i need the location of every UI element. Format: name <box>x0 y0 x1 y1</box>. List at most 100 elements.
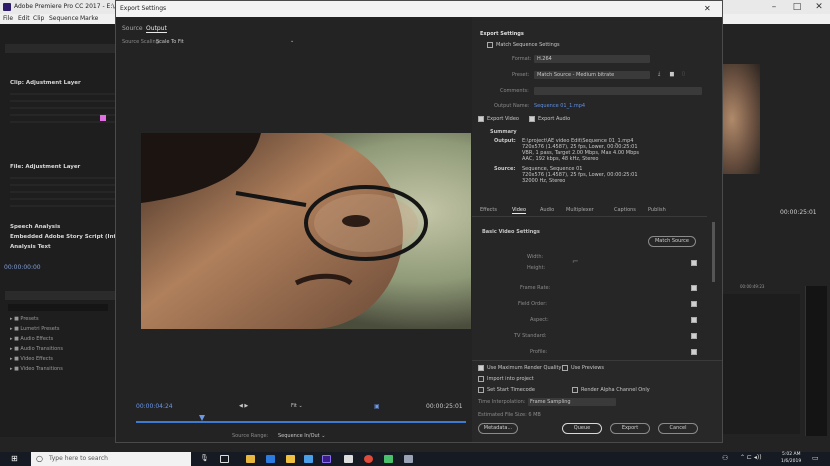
tab-audio[interactable]: Audio <box>540 207 554 213</box>
time-interp-value: Frame Sampling <box>530 399 571 405</box>
clock-time[interactable]: 5:02 AM <box>782 452 801 457</box>
use-previews-checkbox[interactable] <box>562 365 568 371</box>
file-explorer-icon[interactable] <box>246 455 255 463</box>
system-tray-icons[interactable]: ⌃ ⊏ ◂)) <box>740 454 762 461</box>
tv-standard-checkbox[interactable] <box>691 333 697 339</box>
summary-source-label: Source: <box>494 166 516 172</box>
export-audio-checkbox[interactable] <box>529 116 535 122</box>
format-dropdown[interactable]: H.264 <box>534 55 650 63</box>
people-icon[interactable]: ⚇ <box>722 454 728 462</box>
clock-date[interactable]: 1/6/2019 <box>781 459 801 464</box>
field-order-checkbox[interactable] <box>691 301 697 307</box>
tab-effects[interactable]: Effects <box>480 207 497 213</box>
effects-item-video-transitions[interactable]: ▸ ■ Video Transitions <box>10 366 63 372</box>
task-view-icon[interactable] <box>220 455 229 463</box>
settings-scrollbar[interactable] <box>712 222 715 282</box>
menu-marker[interactable]: Marke <box>80 14 98 24</box>
microphone-icon[interactable]: 🎙 <box>200 454 209 462</box>
aspect-checkbox[interactable] <box>691 317 697 323</box>
tab-multiplexer[interactable]: Multiplexer <box>566 207 594 213</box>
profile-checkbox[interactable] <box>691 349 697 355</box>
dialog-close-icon[interactable]: ✕ <box>704 1 711 17</box>
width-label: Width: <box>527 254 544 260</box>
cancel-button[interactable]: Cancel <box>658 423 698 434</box>
search-placeholder: Type here to search <box>49 455 108 462</box>
close-icon[interactable]: ✕ <box>808 0 830 14</box>
match-sequence-checkbox[interactable] <box>487 42 493 48</box>
frame-rate-label: Frame Rate: <box>520 285 551 291</box>
queue-button[interactable]: Queue <box>562 423 602 434</box>
comments-input[interactable] <box>534 87 702 95</box>
taskbar-app-icon-2[interactable] <box>304 455 313 463</box>
menu-sequence[interactable]: Sequence <box>49 14 79 24</box>
basic-video-heading[interactable]: Basic Video Settings <box>482 229 540 235</box>
label-color-swatch[interactable] <box>100 115 106 121</box>
import-preset-icon[interactable]: ▆ <box>670 71 674 77</box>
effects-search-field[interactable] <box>8 304 108 311</box>
file-label: File: Adjustment Layer <box>10 164 81 170</box>
effects-item-video-effects[interactable]: ▸ ■ Video Effects <box>10 356 53 362</box>
program-monitor-thumb <box>720 64 760 174</box>
summary-heading[interactable]: Summary <box>490 129 517 135</box>
effects-item-lumetri[interactable]: ▸ ■ Lumetri Presets <box>10 326 59 332</box>
taskbar-search-box[interactable]: ○ Type here to search <box>31 452 191 466</box>
maximize-icon[interactable]: □ <box>786 0 808 14</box>
output-name-link[interactable]: Sequence 01_1.mp4 <box>534 103 585 109</box>
premiere-metadata-panel: Clip: Adjustment Layer File: Adjustment … <box>0 24 130 437</box>
effects-item-audio-effects[interactable]: ▸ ■ Audio Effects <box>10 336 53 342</box>
taskbar-app-icon-3[interactable] <box>384 455 393 463</box>
menu-file[interactable]: File <box>3 14 13 24</box>
chrome-icon[interactable] <box>364 455 373 463</box>
settings-tab-bar: Effects Video Audio Multiplexer Captions… <box>472 205 707 217</box>
export-settings-heading[interactable]: Export Settings <box>480 31 524 37</box>
tab-output[interactable]: Output <box>146 25 167 33</box>
width-match-checkbox[interactable] <box>691 260 697 266</box>
source-scaling-dropdown[interactable]: Scale To Fit ⌄ <box>154 37 299 46</box>
taskbar-app-icon[interactable] <box>286 455 295 463</box>
import-project-checkbox[interactable] <box>478 376 484 382</box>
frame-rate-checkbox[interactable] <box>691 285 697 291</box>
save-preset-icon[interactable]: ⤓ <box>658 71 660 77</box>
effects-item-presets[interactable]: ▸ ■ Presets <box>10 316 39 322</box>
playhead-marker[interactable] <box>199 415 205 421</box>
tab-source[interactable]: Source <box>122 25 143 32</box>
premiere-logo-icon <box>3 3 11 11</box>
link-dimensions-icon[interactable]: ⌐ <box>572 257 579 266</box>
media-app-icon[interactable] <box>344 455 353 463</box>
export-video-checkbox[interactable] <box>478 116 484 122</box>
metadata-button[interactable]: Metadata... <box>478 423 518 434</box>
taskbar-app-icon-4[interactable] <box>404 455 413 463</box>
menu-clip[interactable]: Clip <box>33 14 44 24</box>
tab-publish[interactable]: Publish <box>648 207 666 213</box>
menu-edit[interactable]: Edit <box>18 14 30 24</box>
source-range-value: Sequence In/Out <box>278 433 320 439</box>
export-button[interactable]: Export <box>610 423 650 434</box>
max-render-checkbox[interactable] <box>478 365 484 371</box>
step-back-icon[interactable]: ◀ ▶ <box>239 403 248 409</box>
in-point-timecode[interactable]: 00:00:04:24 <box>136 403 173 410</box>
render-alpha-checkbox[interactable] <box>572 387 578 393</box>
effects-item-audio-transitions[interactable]: ▸ ■ Audio Transitions <box>10 346 63 352</box>
windows-start-icon[interactable]: ⊞ <box>11 454 18 463</box>
zoom-dropdown[interactable]: Fit ⌄ <box>291 403 303 409</box>
format-label: Format: <box>512 56 532 62</box>
premiere-taskbar-icon[interactable] <box>322 455 331 463</box>
preview-pane: Source Output Source Scaling: Scale To F… <box>116 17 472 442</box>
preset-dropdown[interactable]: Match Source - Medium bitrate <box>534 71 650 79</box>
delete-preset-icon[interactable]: ▯ <box>682 71 685 77</box>
notifications-icon[interactable]: ▭ <box>812 454 819 462</box>
source-range-dropdown[interactable]: Sequence In/Out ⌄ <box>278 433 325 439</box>
timeline-ruler: 00:00:49:23 <box>740 284 765 289</box>
tab-video[interactable]: Video <box>512 207 527 214</box>
import-project-label: Import into project <box>487 376 534 382</box>
tab-captions[interactable]: Captions <box>614 207 636 213</box>
export-audio-label: Export Audio <box>538 116 571 122</box>
minimize-icon[interactable]: – <box>763 0 785 14</box>
match-source-button[interactable]: Match Source <box>648 236 696 247</box>
store-icon[interactable] <box>266 455 275 463</box>
export-frame-icon[interactable]: ▣ <box>374 403 380 410</box>
video-preview <box>141 133 471 329</box>
time-interp-dropdown[interactable]: Frame Sampling <box>528 398 616 406</box>
start-timecode-checkbox[interactable] <box>478 387 484 393</box>
timeline-scrubber-track[interactable] <box>136 421 466 423</box>
